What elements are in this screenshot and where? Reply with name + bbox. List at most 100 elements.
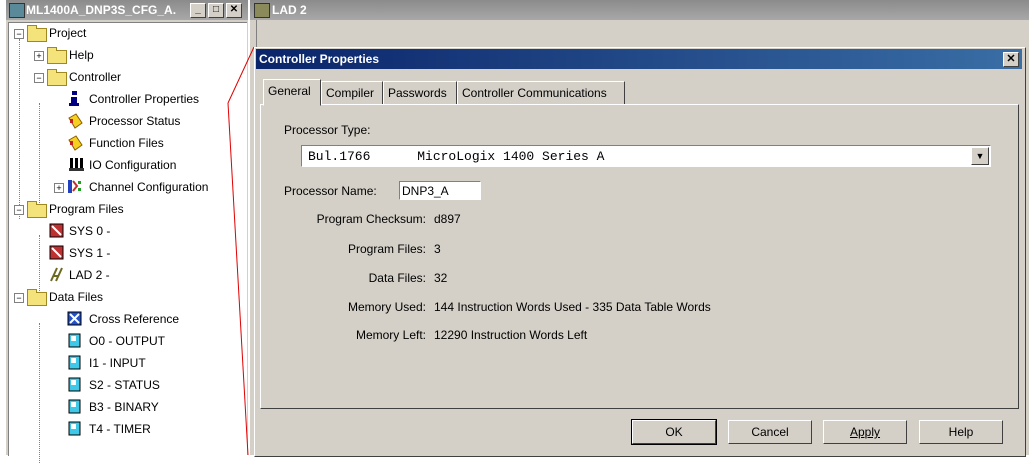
help-button[interactable]: Help [919, 420, 1003, 444]
processor-type-value: Bul.1766 MicroLogix 1400 Series A [308, 149, 605, 164]
data-file-icon [67, 399, 82, 414]
minimize-button[interactable]: _ [190, 3, 206, 18]
tree-item-label: IO Configuration [89, 158, 177, 172]
tree-item-label: Controller Properties [89, 92, 200, 106]
dialog-titlebar[interactable]: Controller Properties ✕ [256, 49, 1022, 69]
program-files-label: Program Files: [347, 242, 426, 256]
tree-item-data-files[interactable]: − Data Files [9, 287, 247, 307]
memory-used-label: Memory Used: [347, 300, 426, 314]
tree-item-s2-status[interactable]: S2 - STATUS [9, 375, 247, 395]
tree-item-b3-binary[interactable]: B3 - BINARY [9, 397, 247, 417]
project-tree-title: ML1400A_DNP3S_CFG_A... [26, 3, 176, 17]
tree-item-label: LAD 2 - [69, 268, 110, 282]
tree-item-controller[interactable]: − Controller [9, 67, 247, 87]
general-tab-panel: Processor Type: Bul.1766 MicroLogix 1400… [260, 104, 1019, 409]
tree-item-label: Function Files [89, 136, 164, 150]
data-files-label: Data Files: [368, 271, 426, 285]
tree-item-label: Project [49, 26, 87, 40]
memory-left-label: Memory Left: [355, 328, 426, 342]
data-file-icon [67, 421, 82, 436]
folder-icon [27, 289, 47, 306]
tree-item-lad2[interactable]: LAD 2 - [9, 265, 247, 285]
tree-item-io-configuration[interactable]: IO Configuration [9, 155, 247, 175]
tree-item-channel-configuration[interactable]: + Channel Configuration [9, 177, 247, 197]
lad-titlebar[interactable]: LAD 2 [250, 0, 1029, 20]
tree-item-label: SYS 0 - [69, 224, 111, 238]
close-button[interactable]: ✕ [226, 3, 242, 18]
tab-label: Compiler [326, 86, 375, 100]
memory-left-value: 12290 Instruction Words Left [434, 328, 588, 342]
tree-item-sys0[interactable]: SYS 0 - [9, 221, 247, 241]
data-files-value: 32 [434, 271, 448, 285]
tree-item-program-files[interactable]: − Program Files [9, 199, 247, 219]
tree-item-label: Program Files [49, 202, 124, 216]
tab-label: Passwords [388, 86, 447, 100]
tree-item-cross-reference[interactable]: Cross Reference [9, 309, 247, 329]
data-file-icon [67, 355, 82, 370]
processor-status-icon [67, 113, 83, 129]
tab-general[interactable]: General [263, 79, 321, 106]
tab-compiler[interactable]: Compiler [321, 81, 383, 105]
tree-item-label: T4 - TIMER [89, 422, 151, 436]
tree-item-label: O0 - OUTPUT [89, 334, 166, 348]
app-icon [9, 3, 25, 18]
collapse-icon[interactable]: − [14, 293, 24, 303]
controller-properties-dialog: Controller Properties ✕ General Compiler… [254, 47, 1026, 457]
project-tree-window: ML1400A_DNP3S_CFG_A... _ □ ✕ − Project +… [6, 0, 248, 463]
tree-item-o0-output[interactable]: O0 - OUTPUT [9, 331, 247, 351]
tree-item-processor-status[interactable]: Processor Status [9, 111, 247, 131]
program-files-value: 3 [434, 242, 441, 256]
tree-item-function-files[interactable]: Function Files [9, 133, 247, 153]
tree-item-label: SYS 1 - [69, 246, 111, 260]
tree-item-label: Cross Reference [89, 312, 180, 326]
folder-icon [47, 69, 67, 86]
project-tree: − Project + Help − Controller Controller… [8, 22, 247, 463]
channel-config-icon [67, 179, 82, 194]
expand-icon[interactable]: + [54, 183, 64, 193]
collapse-icon[interactable]: − [34, 73, 44, 83]
sys-file-icon [49, 245, 64, 260]
processor-type-select[interactable]: Bul.1766 MicroLogix 1400 Series A ▼ [301, 145, 991, 167]
program-checksum-value: d897 [434, 212, 461, 226]
tab-label: General [268, 84, 311, 98]
ok-button[interactable]: OK [631, 419, 717, 445]
folder-icon [27, 201, 47, 218]
tree-item-label: Channel Configuration [89, 180, 209, 194]
collapse-icon[interactable]: − [14, 205, 24, 215]
lad-title: LAD 2 [272, 3, 307, 17]
data-file-icon [67, 333, 82, 348]
tree-item-sys1[interactable]: SYS 1 - [9, 243, 247, 263]
apply-button[interactable]: Apply [823, 420, 907, 444]
tree-item-project[interactable]: − Project [9, 23, 247, 43]
tree-item-controller-properties[interactable]: Controller Properties [9, 89, 247, 109]
tree-item-label: S2 - STATUS [89, 378, 160, 392]
expand-icon[interactable]: + [34, 51, 44, 61]
tree-item-label: I1 - INPUT [89, 356, 146, 370]
info-icon [67, 91, 82, 106]
function-files-icon [67, 135, 83, 151]
dialog-title: Controller Properties [259, 52, 380, 66]
tab-controller-communications[interactable]: Controller Communications [457, 81, 625, 105]
cancel-button[interactable]: Cancel [728, 420, 812, 444]
tree-item-label: Processor Status [89, 114, 181, 128]
ladder-icon [254, 3, 270, 18]
tree-item-i1-input[interactable]: I1 - INPUT [9, 353, 247, 373]
tree-item-help[interactable]: + Help [9, 45, 247, 65]
data-file-icon [67, 377, 82, 392]
tree-item-label: Controller [69, 70, 122, 84]
collapse-icon[interactable]: − [14, 29, 24, 39]
tab-passwords[interactable]: Passwords [383, 81, 457, 105]
memory-used-value: 144 Instruction Words Used - 335 Data Ta… [434, 300, 711, 314]
processor-name-input[interactable] [399, 181, 481, 200]
sys-file-icon [49, 223, 64, 238]
processor-name-label: Processor Name: [284, 184, 377, 198]
ladder-icon [49, 267, 64, 282]
project-tree-titlebar[interactable]: ML1400A_DNP3S_CFG_A... _ □ ✕ [6, 0, 248, 20]
tab-label: Controller Communications [462, 86, 607, 100]
tree-item-t4-timer[interactable]: T4 - TIMER [9, 419, 247, 439]
close-button[interactable]: ✕ [1003, 52, 1019, 67]
program-checksum-label: Program Checksum: [316, 212, 426, 226]
dropdown-arrow-icon[interactable]: ▼ [971, 147, 989, 165]
processor-type-label: Processor Type: [284, 123, 371, 137]
maximize-button[interactable]: □ [208, 3, 224, 18]
